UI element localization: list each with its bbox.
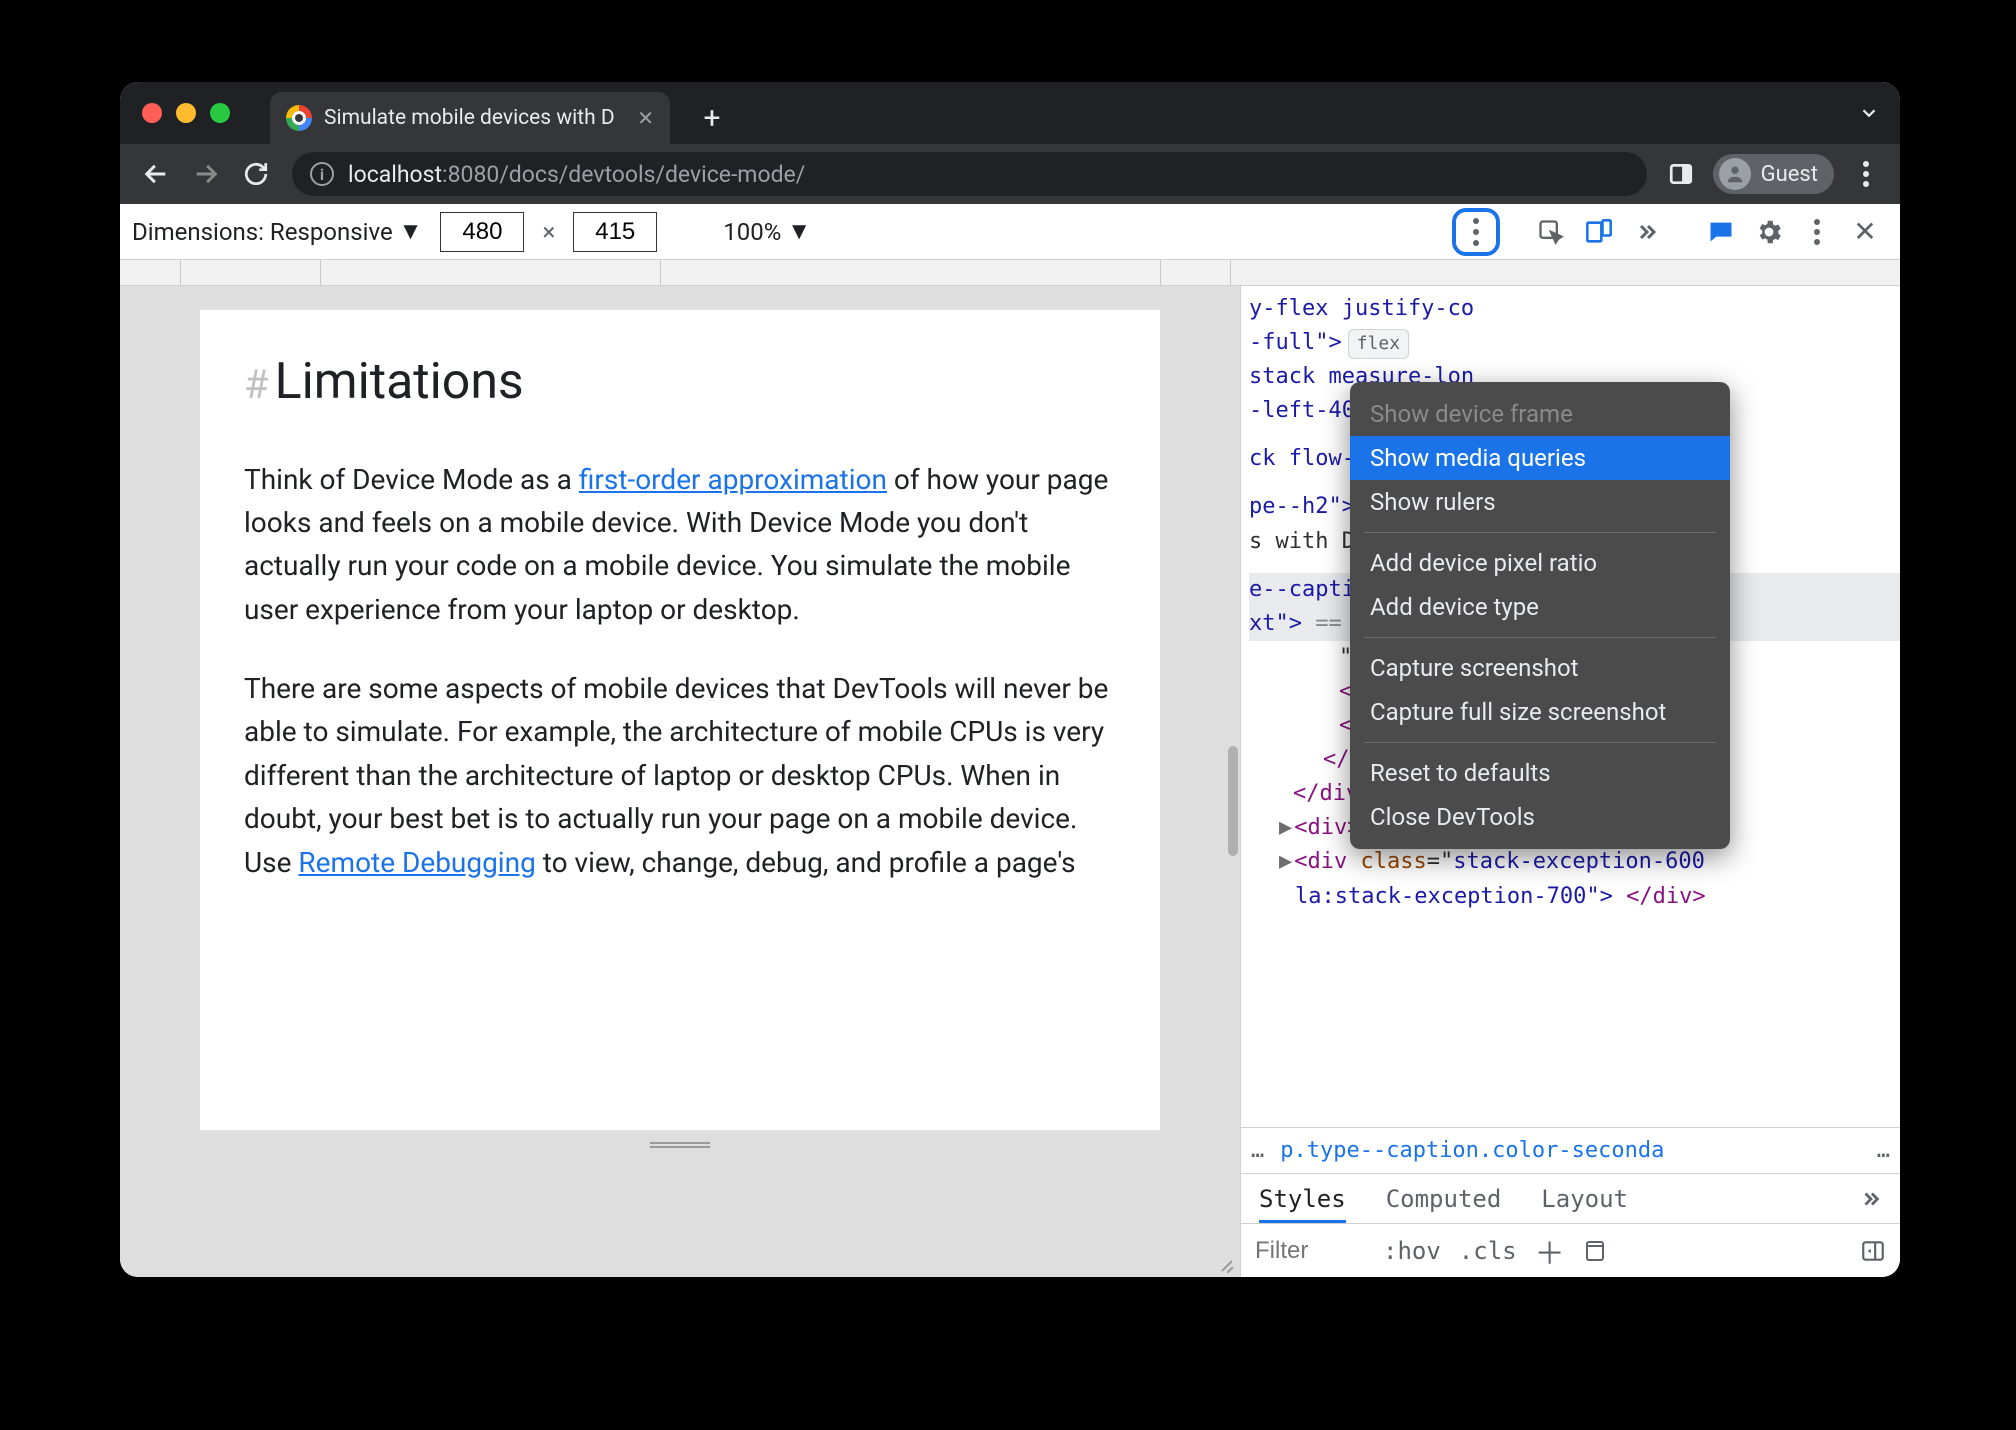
grip-icon — [650, 1142, 710, 1148]
window-minimize-button[interactable] — [176, 103, 196, 123]
avatar-icon — [1719, 158, 1751, 190]
toggle-sidebar-icon[interactable] — [1860, 1238, 1886, 1264]
devtools-tab-icons: ✕ — [1528, 209, 1888, 255]
breadcrumb-selected[interactable]: p.type--caption.color-seconda — [1280, 1138, 1664, 1163]
devtools-close-icon[interactable]: ✕ — [1842, 209, 1888, 255]
panel-overflow-icon[interactable] — [1624, 209, 1670, 255]
dropdown-arrow-icon: ▼ — [399, 217, 423, 246]
dom-breadcrumbs[interactable]: … p.type--caption.color-seconda … — [1241, 1127, 1900, 1173]
inspect-element-icon[interactable] — [1528, 209, 1574, 255]
flex-badge[interactable]: flex — [1348, 329, 1409, 359]
breadcrumb-overflow-left[interactable]: … — [1251, 1138, 1264, 1163]
menu-separator — [1364, 637, 1716, 638]
viewport-resize-handle[interactable] — [120, 1130, 1240, 1160]
menu-item-show-rulers[interactable]: Show rulers — [1350, 480, 1730, 524]
window-close-button[interactable] — [142, 103, 162, 123]
first-order-link[interactable]: first-order approximation — [579, 463, 887, 496]
browser-menu-button[interactable] — [1846, 154, 1886, 194]
zoom-label: 100% — [723, 218, 781, 246]
viewport-area: # Limitations Think of Device Mode as a … — [120, 286, 1240, 1277]
url-input[interactable]: i localhost:8080/docs/devtools/device-mo… — [292, 152, 1647, 196]
browser-window: Simulate mobile devices with D ✕ + i loc… — [120, 82, 1900, 1277]
menu-item-reset-to-defaults[interactable]: Reset to defaults — [1350, 751, 1730, 795]
dropdown-arrow-icon: ▼ — [787, 217, 811, 246]
viewport-resize-corner[interactable] — [1214, 1251, 1234, 1271]
profile-chip[interactable]: Guest — [1713, 154, 1834, 194]
menu-item-close-devtools[interactable]: Close DevTools — [1350, 795, 1730, 839]
window-controls — [142, 103, 230, 123]
remote-debugging-link[interactable]: Remote Debugging — [298, 846, 535, 879]
tab-overflow-button[interactable] — [1858, 102, 1880, 124]
toggle-device-icon[interactable] — [1576, 209, 1622, 255]
menu-separator — [1364, 532, 1716, 533]
tab-title: Simulate mobile devices with D — [324, 106, 615, 130]
simulated-page[interactable]: # Limitations Think of Device Mode as a … — [200, 310, 1160, 1130]
device-toolbar-more-button[interactable] — [1452, 208, 1500, 256]
page-heading: # Limitations — [244, 344, 1116, 422]
dimension-separator: × — [542, 218, 555, 246]
heading-anchor-icon[interactable]: # — [244, 354, 269, 416]
new-tab-button[interactable]: + — [690, 96, 734, 140]
menu-item-show-media-queries[interactable]: Show media queries — [1350, 436, 1730, 480]
reader-mode-icon[interactable] — [1661, 154, 1701, 194]
height-input[interactable] — [573, 212, 657, 252]
window-maximize-button[interactable] — [210, 103, 230, 123]
tab-bar: Simulate mobile devices with D ✕ + — [120, 82, 1900, 144]
nav-forward-button[interactable] — [184, 152, 228, 196]
styles-filter-bar: :hov .cls ＋ — [1241, 1223, 1900, 1277]
viewport-scrollbar[interactable] — [1228, 746, 1238, 856]
disclosure-triangle-icon[interactable]: ▶ — [1279, 849, 1292, 874]
tab-close-button[interactable]: ✕ — [637, 106, 654, 130]
site-info-icon[interactable]: i — [310, 162, 334, 186]
tab-layout[interactable]: Layout — [1541, 1185, 1628, 1213]
menu-item-show-device-frame: Show device frame — [1350, 392, 1730, 436]
paragraph-2: There are some aspects of mobile devices… — [244, 667, 1116, 884]
width-input[interactable] — [440, 212, 524, 252]
feedback-icon[interactable] — [1698, 209, 1744, 255]
settings-gear-icon[interactable] — [1746, 209, 1792, 255]
device-toolbar: Dimensions: Responsive ▼ × 100% ▼ — [120, 204, 1900, 260]
dimensions-label: Dimensions: Responsive — [132, 218, 393, 246]
dimensions-dropdown[interactable]: Dimensions: Responsive ▼ — [132, 217, 422, 246]
menu-separator — [1364, 742, 1716, 743]
nav-back-button[interactable] — [134, 152, 178, 196]
tab-favicon-icon — [286, 105, 312, 131]
styles-filter-input[interactable] — [1255, 1237, 1365, 1265]
breadcrumb-overflow-right[interactable]: … — [1877, 1138, 1890, 1163]
devtools-menu-icon[interactable] — [1794, 209, 1840, 255]
device-options-menu: Show device frameShow media queriesShow … — [1350, 382, 1730, 849]
new-style-rule-icon[interactable]: ＋ — [1535, 1229, 1565, 1273]
nav-reload-button[interactable] — [234, 152, 278, 196]
device-frame-icon[interactable] — [1583, 1239, 1607, 1263]
menu-item-capture-full-size-screenshot[interactable]: Capture full size screenshot — [1350, 690, 1730, 734]
hov-toggle[interactable]: :hov — [1383, 1237, 1441, 1265]
ruler-strip — [120, 260, 1900, 286]
url-text: localhost:8080/docs/devtools/device-mode… — [348, 161, 805, 188]
zoom-dropdown[interactable]: 100% ▼ — [723, 217, 811, 246]
cls-toggle[interactable]: .cls — [1459, 1237, 1517, 1265]
paragraph-1: Think of Device Mode as a first-order ap… — [244, 458, 1116, 632]
disclosure-triangle-icon[interactable]: ▶ — [1279, 815, 1292, 840]
menu-item-add-device-type[interactable]: Add device type — [1350, 585, 1730, 629]
tabs-overflow-icon[interactable] — [1860, 1188, 1882, 1210]
browser-tab[interactable]: Simulate mobile devices with D ✕ — [270, 92, 670, 144]
styles-tabs: Styles Computed Layout — [1241, 1173, 1900, 1223]
address-bar: i localhost:8080/docs/devtools/device-mo… — [120, 144, 1900, 204]
menu-item-capture-screenshot[interactable]: Capture screenshot — [1350, 646, 1730, 690]
tab-computed[interactable]: Computed — [1386, 1185, 1502, 1213]
menu-item-add-device-pixel-ratio[interactable]: Add device pixel ratio — [1350, 541, 1730, 585]
profile-label: Guest — [1761, 162, 1818, 187]
heading-text: Limitations — [275, 344, 524, 422]
tab-styles[interactable]: Styles — [1259, 1185, 1346, 1213]
